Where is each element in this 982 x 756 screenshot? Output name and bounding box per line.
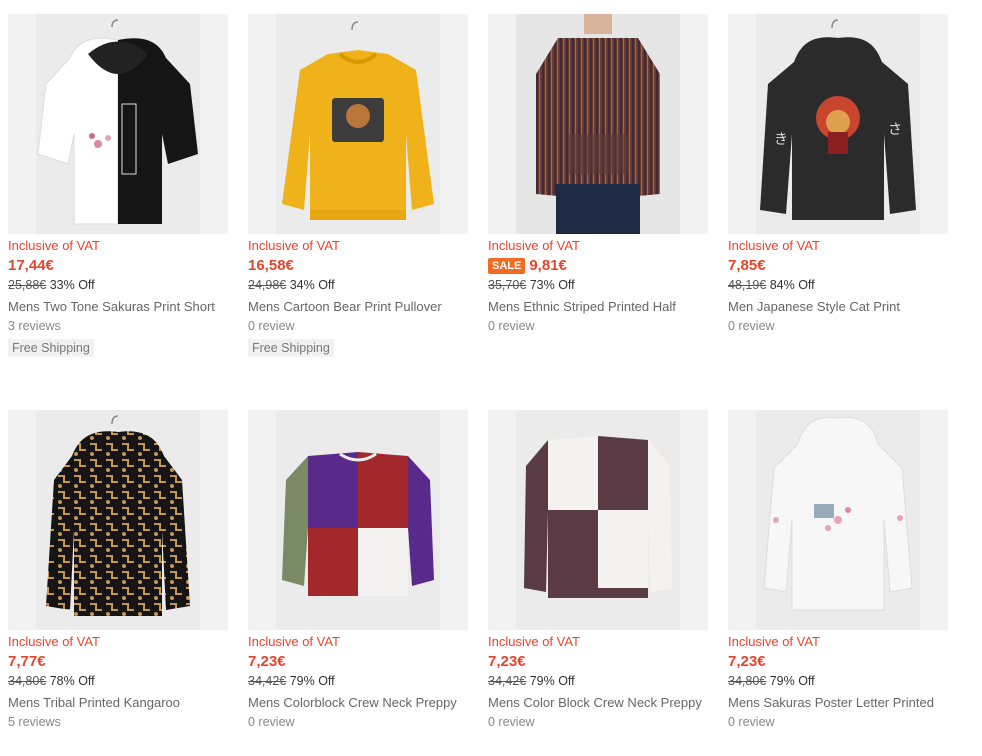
cat-hoodie-illustration: き さ	[760, 19, 916, 221]
discount: 33% Off	[49, 278, 95, 292]
price-row: 7,85€	[728, 256, 948, 276]
review-count[interactable]: 3 reviews	[8, 317, 228, 335]
product-card[interactable]: Inclusive of VAT 7,23€ 34,80€ 79% Off Me…	[728, 410, 948, 731]
product-card[interactable]: Inclusive of VAT 7,23€ 34,42€ 79% Off Me…	[248, 410, 468, 731]
product-title[interactable]: Mens Color Block Crew Neck Preppy	[488, 693, 708, 713]
product-image[interactable]: き さ	[728, 14, 948, 234]
product-title[interactable]: Mens Tribal Printed Kangaroo	[8, 693, 228, 713]
colorblock-illustration	[282, 452, 434, 596]
product-title[interactable]: Mens Colorblock Crew Neck Preppy	[248, 693, 468, 713]
price-row: 17,44€	[8, 256, 228, 276]
product-title[interactable]: Mens Two Tone Sakuras Print Short	[8, 297, 228, 317]
review-count[interactable]: 0 review	[248, 713, 468, 731]
price: 7,77€	[8, 653, 46, 670]
discount: 73% Off	[529, 278, 575, 292]
product-card[interactable]: き さ Inclusive of VAT 7,85€ 48,19€ 84% Of…	[728, 14, 948, 335]
price: 7,23€	[248, 653, 286, 670]
product-card[interactable]: Inclusive of VAT 7,23€ 34,42€ 79% Off Me…	[488, 410, 708, 731]
original-price-row: 25,88€ 33% Off	[8, 276, 228, 294]
vat-label: Inclusive of VAT	[248, 238, 340, 253]
original-price: 34,80€	[8, 674, 47, 688]
discount: 79% Off	[529, 674, 575, 688]
free-shipping-badge: Free Shipping	[8, 339, 94, 357]
original-price-row: 34,42€ 79% Off	[248, 672, 468, 690]
product-image[interactable]	[248, 14, 468, 234]
white-hoodie-illustration	[763, 416, 913, 611]
discount: 78% Off	[49, 674, 95, 688]
product-image[interactable]	[488, 14, 708, 234]
discount: 79% Off	[289, 674, 335, 688]
original-price-row: 34,42€ 79% Off	[488, 672, 708, 690]
vat-label: Inclusive of VAT	[248, 634, 340, 649]
vat-label: Inclusive of VAT	[728, 238, 820, 253]
product-card[interactable]: Inclusive of VAT 7,77€ 34,80€ 78% Off Me…	[8, 410, 228, 731]
price-row: 16,58€	[248, 256, 468, 276]
original-price: 34,42€	[488, 674, 527, 688]
original-price-row: 35,70€ 73% Off	[488, 276, 708, 294]
discount: 84% Off	[769, 278, 815, 292]
product-grid: Inclusive of VAT 17,44€ 25,88€ 33% Off M…	[0, 0, 982, 756]
sale-badge: SALE	[488, 258, 526, 274]
review-count[interactable]: 0 review	[488, 317, 708, 335]
vat-label: Inclusive of VAT	[728, 634, 820, 649]
price: 7,23€	[728, 653, 766, 670]
vat-label: Inclusive of VAT	[8, 634, 100, 649]
original-price: 25,88€	[8, 278, 47, 292]
original-price: 48,19€	[728, 278, 767, 292]
review-count[interactable]: 0 review	[488, 713, 708, 731]
product-title[interactable]: Mens Cartoon Bear Print Pullover	[248, 297, 468, 317]
review-count[interactable]: 5 reviews	[8, 713, 228, 731]
price-row: 7,23€	[728, 652, 948, 672]
price: 7,85€	[728, 257, 766, 274]
review-count[interactable]: 0 review	[248, 317, 468, 335]
original-price-row: 34,80€ 79% Off	[728, 672, 948, 690]
original-price-row: 48,19€ 84% Off	[728, 276, 948, 294]
price: 16,58€	[248, 257, 294, 274]
price: 9,81€	[529, 257, 567, 274]
tribal-hoodie-illustration	[46, 415, 190, 616]
product-image[interactable]	[8, 14, 228, 234]
price-row: 7,77€	[8, 652, 228, 672]
product-image[interactable]	[488, 410, 708, 630]
product-card[interactable]: Inclusive of VAT SALE 9,81€ 35,70€ 73% O…	[488, 14, 708, 335]
product-image[interactable]	[8, 410, 228, 630]
vat-label: Inclusive of VAT	[488, 238, 580, 253]
free-shipping-badge: Free Shipping	[248, 339, 334, 357]
review-count[interactable]: 0 review	[728, 317, 948, 335]
original-price: 35,70€	[488, 278, 527, 292]
original-price: 34,80€	[728, 674, 767, 688]
price: 7,23€	[488, 653, 526, 670]
color-block-illustration	[524, 436, 672, 598]
original-price-row: 34,80€ 78% Off	[8, 672, 228, 690]
svg-text:き: き	[774, 132, 788, 148]
discount: 79% Off	[769, 674, 815, 688]
price-row: SALE 9,81€	[488, 256, 708, 276]
product-title[interactable]: Mens Ethnic Striped Printed Half	[488, 297, 708, 317]
price-row: 7,23€	[488, 652, 708, 672]
price: 17,44€	[8, 257, 54, 274]
product-title[interactable]: Mens Sakuras Poster Letter Printed	[728, 693, 948, 713]
hoodie-illustration	[37, 19, 198, 225]
sweatshirt-illustration	[282, 21, 434, 220]
vat-label: Inclusive of VAT	[488, 634, 580, 649]
svg-text:さ: さ	[888, 122, 902, 138]
original-price: 24,98€	[248, 278, 287, 292]
product-image[interactable]	[728, 410, 948, 630]
original-price: 34,42€	[248, 674, 287, 688]
price-row: 7,23€	[248, 652, 468, 672]
vat-label: Inclusive of VAT	[8, 238, 100, 253]
product-card[interactable]: Inclusive of VAT 16,58€ 24,98€ 34% Off M…	[248, 14, 468, 357]
striped-hoodie-illustration	[536, 14, 660, 234]
discount: 34% Off	[289, 278, 335, 292]
review-count[interactable]: 0 review	[728, 713, 948, 731]
product-card[interactable]: Inclusive of VAT 17,44€ 25,88€ 33% Off M…	[8, 14, 228, 357]
product-image[interactable]	[248, 410, 468, 630]
product-title[interactable]: Men Japanese Style Cat Print	[728, 297, 948, 317]
original-price-row: 24,98€ 34% Off	[248, 276, 468, 294]
